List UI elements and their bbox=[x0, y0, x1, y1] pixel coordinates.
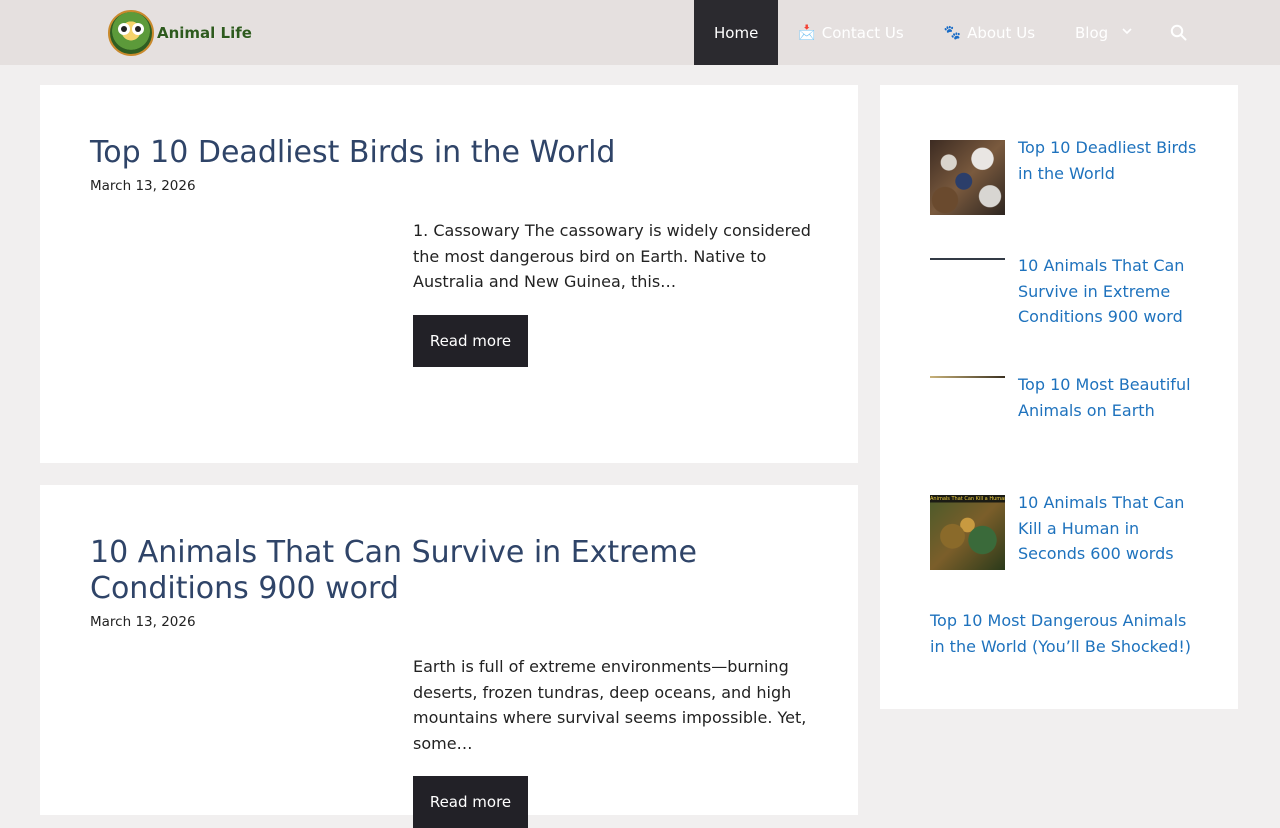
post-thumbnail[interactable] bbox=[930, 140, 1005, 215]
post-title[interactable]: 10 Animals That Can Survive in Extreme C… bbox=[90, 535, 790, 607]
thumbnail-caption: Animals That Can Kill a Human in Seconds bbox=[930, 496, 1005, 502]
nav-home-label: Home bbox=[714, 23, 759, 42]
nav-blog-label: Blog bbox=[1075, 23, 1109, 42]
post-thumbnail[interactable] bbox=[930, 258, 1005, 260]
search-button[interactable] bbox=[1152, 0, 1205, 65]
nav-contact-us[interactable]: 📩 Contact Us bbox=[778, 0, 923, 65]
paw-icon: 🐾 bbox=[943, 24, 962, 41]
nav-blog[interactable]: Blog bbox=[1055, 0, 1152, 65]
nav-contact-label: Contact Us bbox=[821, 23, 904, 42]
logo-badge-icon bbox=[108, 10, 154, 56]
chevron-down-icon bbox=[1122, 27, 1132, 38]
post-date: March 13, 2026 bbox=[90, 178, 196, 194]
post-card: 10 Animals That Can Survive in Extreme C… bbox=[40, 485, 858, 828]
post-title[interactable]: Top 10 Deadliest Birds in the World bbox=[90, 135, 790, 171]
post-date: March 13, 2026 bbox=[90, 614, 196, 630]
nav-about-label: About Us bbox=[967, 23, 1036, 42]
main-nav: Home 📩 Contact Us 🐾 About Us Blog bbox=[694, 0, 1205, 65]
read-more-button[interactable]: Read more bbox=[413, 776, 528, 828]
post-excerpt: Earth is full of extreme environments—bu… bbox=[413, 657, 807, 753]
site-header: Animal Life Home 📩 Contact Us 🐾 About Us… bbox=[0, 0, 1280, 65]
sidebar-post-link[interactable]: Top 10 Most Beautiful Animals on Earth bbox=[1018, 372, 1198, 423]
read-more-button[interactable]: Read more bbox=[413, 315, 528, 367]
sidebar-post-link[interactable]: 10 Animals That Can Survive in Extreme C… bbox=[1018, 253, 1198, 330]
sidebar: Top 10 Deadliest Birds in the World 10 A… bbox=[880, 85, 1238, 709]
sidebar-post-link[interactable]: Top 10 Most Dangerous Animals in the Wor… bbox=[930, 608, 1200, 659]
sidebar-post-link[interactable]: 10 Animals That Can Kill a Human in Seco… bbox=[1018, 490, 1198, 567]
site-logo[interactable]: Animal Life bbox=[108, 10, 252, 56]
post-thumbnail[interactable]: Animals That Can Kill a Human in Seconds bbox=[930, 495, 1005, 570]
post-card: Top 10 Deadliest Birds in the World Marc… bbox=[40, 85, 858, 463]
envelope-icon: 📩 bbox=[798, 24, 816, 41]
nav-about-us[interactable]: 🐾 About Us bbox=[924, 0, 1055, 65]
logo-text: Animal Life bbox=[157, 24, 252, 42]
sidebar-post-link[interactable]: Top 10 Deadliest Birds in the World bbox=[1018, 135, 1198, 186]
nav-home[interactable]: Home bbox=[694, 0, 779, 65]
search-icon bbox=[1170, 24, 1187, 41]
post-thumbnail[interactable] bbox=[930, 376, 1005, 378]
post-excerpt: 1. Cassowary The cassowary is widely con… bbox=[413, 221, 811, 291]
